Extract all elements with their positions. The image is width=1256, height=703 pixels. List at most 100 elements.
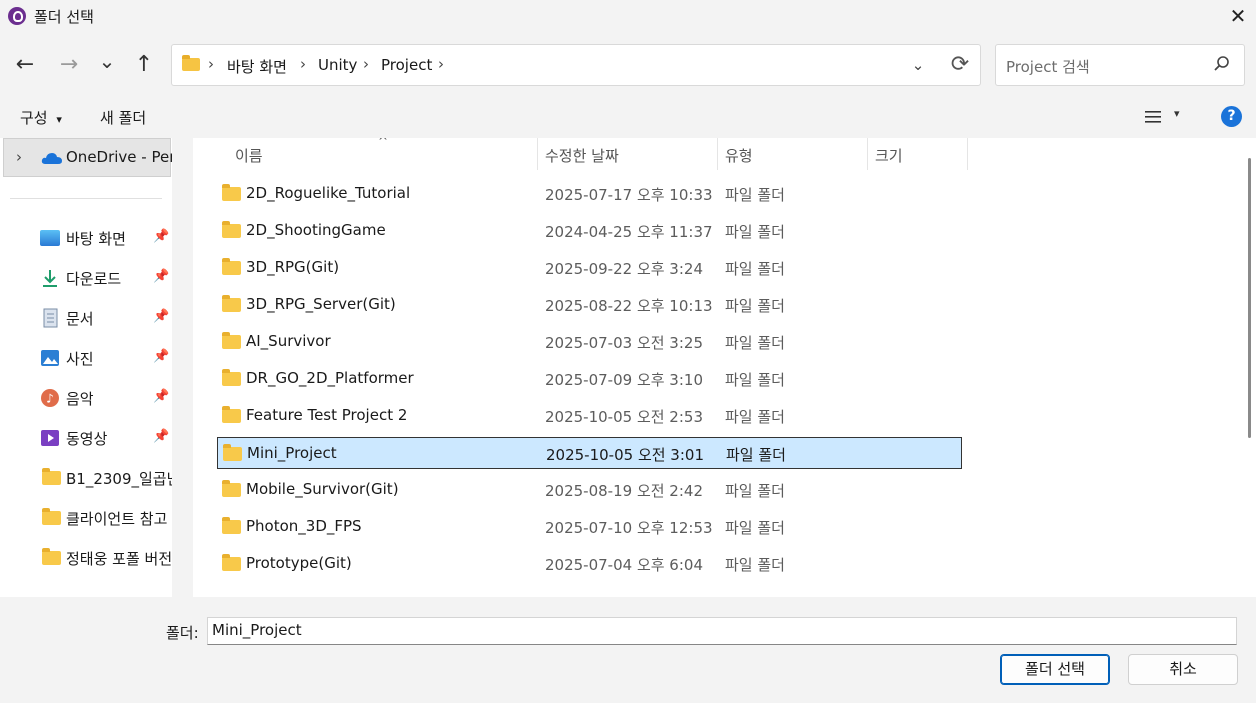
cancel-button[interactable]: 취소 (1128, 654, 1238, 685)
breadcrumb-unity[interactable]: Unity (318, 56, 357, 74)
breadcrumb-separator: › (300, 55, 306, 73)
sidebar-divider (10, 198, 162, 199)
search-input[interactable]: Project 검색 (1006, 56, 1090, 77)
file-list: ^ 이름 수정한 날짜 유형 크기 2D_Roguelike_Tutorial 2… (193, 138, 1256, 597)
breadcrumb-separator: › (438, 55, 444, 73)
table-row[interactable]: Feature Test Project 2 2025-10-05 오전 2:53… (217, 400, 962, 432)
select-folder-button[interactable]: 폴더 선택 (1000, 654, 1110, 685)
sidebar-item-videos[interactable]: 동영상 📌 (0, 418, 185, 458)
row-date: 2025-10-05 오전 2:53 (545, 408, 703, 426)
folder-icon (222, 406, 241, 423)
table-row[interactable]: Mobile_Survivor(Git) 2025-08-19 오전 2:42 파일… (217, 474, 962, 506)
column-divider[interactable] (967, 138, 968, 170)
table-row[interactable]: Photon_3D_FPS 2025-07-10 오후 12:53 파일 폴더 (217, 511, 962, 543)
breadcrumb-project[interactable]: Project (381, 56, 432, 74)
row-name: Mini_Project (247, 444, 337, 462)
row-date: 2025-07-17 오후 10:33 (545, 186, 713, 204)
title-bar: 폴더 선택 ✕ (0, 0, 1256, 32)
sidebar-item-label: OneDrive - Pers (66, 148, 184, 166)
column-divider[interactable] (867, 138, 868, 170)
sidebar-item-label: 다운로드 (66, 270, 122, 288)
column-divider[interactable] (717, 138, 718, 170)
sidebar-item-music[interactable]: ♪ 음악 📌 (0, 378, 185, 418)
video-icon (41, 430, 59, 446)
document-icon (43, 308, 58, 328)
address-bar[interactable]: › 바탕 화면 › Unity › Project › ⌄ ⟳ (171, 44, 981, 86)
sidebar-item-label: 클라이언트 참고 (66, 510, 168, 528)
breadcrumb-desktop[interactable]: 바탕 화면 (227, 56, 287, 77)
row-type: 파일 폴더 (725, 334, 785, 352)
row-date: 2025-07-03 오전 3:25 (545, 334, 703, 352)
organize-label: 구성 (20, 109, 48, 127)
row-name: 2D_Roguelike_Tutorial (246, 184, 411, 202)
column-divider[interactable] (537, 138, 538, 170)
table-row[interactable]: 2D_Roguelike_Tutorial 2025-07-17 오후 10:33… (217, 178, 962, 210)
sidebar-item-folder[interactable]: 클라이언트 참고 (0, 498, 185, 538)
row-type: 파일 폴더 (725, 297, 785, 315)
table-row[interactable]: Prototype(Git) 2025-07-04 오후 6:04 파일 폴더 (217, 548, 962, 580)
pin-icon: 📌 (153, 389, 170, 404)
back-arrow-icon[interactable]: ← (10, 50, 40, 80)
chevron-down-icon: ▾ (56, 113, 62, 126)
row-type: 파일 폴더 (725, 223, 785, 241)
expand-chevron-icon[interactable]: › (16, 148, 22, 166)
folder-icon (222, 221, 241, 238)
sidebar-item-folder[interactable]: 정태웅 포폴 버전 (0, 538, 185, 578)
folder-icon (182, 55, 200, 71)
row-date: 2025-08-19 오전 2:42 (545, 482, 703, 500)
sidebar-item-pictures[interactable]: 사진 📌 (0, 338, 185, 378)
search-icon[interactable] (1212, 54, 1232, 74)
folder-icon (222, 295, 241, 312)
table-row[interactable]: 3D_RPG(Git) 2025-09-22 오후 3:24 파일 폴더 (217, 252, 962, 284)
table-row[interactable]: 3D_RPG_Server(Git) 2025-08-22 오후 10:13 파일 … (217, 289, 962, 321)
new-folder-button[interactable]: 새 폴더 (100, 107, 146, 128)
sidebar-item-downloads[interactable]: 다운로드 📌 (0, 258, 185, 298)
pane-splitter[interactable] (172, 138, 193, 597)
desktop-icon (40, 230, 60, 246)
breadcrumb-separator: › (363, 55, 369, 73)
refresh-icon[interactable]: ⟳ (946, 51, 974, 79)
table-row[interactable]: AI_Survivor 2025-07-03 오전 3:25 파일 폴더 (217, 326, 962, 358)
folder-icon (223, 444, 242, 461)
sidebar-item-documents[interactable]: 문서 📌 (0, 298, 185, 338)
table-row[interactable]: 2D_ShootingGame 2024-04-25 오후 11:37 파일 폴더 (217, 215, 962, 247)
sidebar-item-folder[interactable]: B1_2309_일곱난 (0, 458, 185, 498)
folder-icon (222, 258, 241, 275)
pin-icon: 📌 (153, 229, 170, 244)
organize-menu-button[interactable]: 구성 ▾ (20, 107, 62, 128)
address-dropdown-icon[interactable]: ⌄ (906, 53, 930, 77)
view-dropdown-icon[interactable]: ▾ (1174, 107, 1180, 120)
table-row[interactable]: DR_GO_2D_Platformer 2025-07-09 오후 3:10 파일 … (217, 363, 962, 395)
forward-arrow-icon[interactable]: → (54, 50, 84, 80)
pin-icon: 📌 (153, 269, 170, 284)
row-date: 2024-04-25 오후 11:37 (545, 223, 713, 241)
row-type: 파일 폴더 (725, 371, 785, 389)
table-row[interactable]: Mini_Project 2025-10-05 오전 3:01 파일 폴더 (217, 437, 962, 469)
row-date: 2025-09-22 오후 3:24 (545, 260, 703, 278)
folder-icon (222, 554, 241, 571)
sidebar-item-label: 정태웅 포폴 버전 (66, 550, 173, 568)
help-icon[interactable]: ? (1221, 106, 1242, 127)
row-name: 3D_RPG(Git) (246, 258, 340, 276)
row-name: 3D_RPG_Server(Git) (246, 295, 396, 313)
folder-icon (42, 468, 61, 485)
view-options-icon[interactable] (1145, 110, 1161, 124)
sidebar-item-label: 사진 (66, 350, 94, 368)
column-header-size[interactable]: 크기 (875, 145, 903, 166)
sidebar-item-onedrive[interactable]: › OneDrive - Pers (3, 138, 183, 177)
row-date: 2025-10-05 오전 3:01 (546, 446, 704, 464)
svg-text:♪: ♪ (46, 392, 54, 406)
column-header-type[interactable]: 유형 (725, 145, 753, 166)
row-name: DR_GO_2D_Platformer (246, 369, 414, 387)
recent-locations-chevron-icon[interactable]: ⌄ (92, 46, 122, 76)
file-list-scrollbar[interactable] (1248, 158, 1251, 438)
sidebar-item-desktop[interactable]: 바탕 화면 📌 (0, 218, 185, 258)
row-date: 2025-07-10 오후 12:53 (545, 519, 713, 537)
up-arrow-icon[interactable]: ↑ (129, 50, 159, 80)
search-box[interactable]: Project 검색 (995, 44, 1245, 86)
folder-name-field[interactable]: Mini_Project (207, 617, 1237, 645)
column-header-name[interactable]: 이름 (235, 145, 263, 166)
close-icon[interactable]: ✕ (1224, 2, 1252, 30)
column-header-date[interactable]: 수정한 날짜 (545, 145, 619, 166)
row-type: 파일 폴더 (726, 446, 786, 464)
